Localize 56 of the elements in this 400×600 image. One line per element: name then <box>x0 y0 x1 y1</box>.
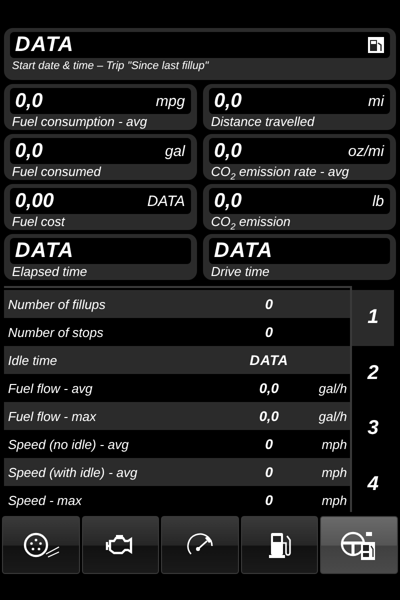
label-text: CO$_{2}$ emission rate - avg <box>210 164 350 184</box>
value-text: DATA <box>15 33 74 57</box>
table-cell-text: Speed - max <box>7 492 83 508</box>
label-text: Fuel cost <box>11 214 66 229</box>
tab-button[interactable] <box>320 516 398 574</box>
table-cell-text: Speed (no idle) - avg <box>7 436 130 452</box>
tab-button[interactable] <box>2 516 80 574</box>
table-cell-text: 0 <box>264 464 274 480</box>
page-tab[interactable]: 2 <box>352 346 394 401</box>
page-tab[interactable]: 1 <box>352 290 394 346</box>
value-text: 0,0 <box>214 90 242 112</box>
unit-text: lb <box>372 192 384 210</box>
tab-button[interactable] <box>240 516 318 574</box>
table-cell-text: Number of stops <box>7 324 104 340</box>
tab-button[interactable] <box>161 516 239 574</box>
label-text: Drive time <box>210 264 271 279</box>
table-cell-text: 0 <box>264 324 274 340</box>
table-cell-text: gal/h <box>318 380 348 396</box>
table-cell-text: Idle time <box>7 352 58 368</box>
value-text: 0,0 <box>15 140 43 162</box>
page-tab[interactable]: 3 <box>352 401 394 456</box>
unit-text: gal <box>164 142 185 160</box>
label-text: Elapsed time <box>11 264 88 279</box>
value-text: DATA <box>15 239 74 263</box>
table-cell-text: Number of fillups <box>7 296 107 312</box>
value-text: 0,0 <box>214 140 242 162</box>
table-cell-text: 0 <box>264 492 274 508</box>
table-cell-text: Speed (with idle) - avg <box>7 464 138 480</box>
table-cell-text: gal/h <box>318 408 348 424</box>
table-cell-text: mph <box>320 492 348 508</box>
fuel-pump-icon <box>268 531 291 559</box>
tab-button[interactable] <box>82 516 160 574</box>
page-tab[interactable]: 4 <box>352 456 394 512</box>
table-cell-text: 0,0 <box>258 380 280 396</box>
unit-text: DATA <box>147 192 185 210</box>
fuel-pump-icon <box>368 37 384 53</box>
caption-text: Start date & time – Trip "Since last fillup" <box>11 59 210 74</box>
label-text: Fuel consumed <box>11 164 102 179</box>
unit-text: mi <box>368 92 384 110</box>
label-text: CO$_{2}$ emission <box>210 214 292 234</box>
value-text: 0,0 <box>214 190 242 212</box>
table-cell-text: 0,0 <box>258 408 280 424</box>
label-text: Fuel consumption - avg <box>11 114 148 129</box>
value-text: DATA <box>214 239 274 263</box>
table-cell-text: DATA <box>248 352 290 368</box>
unit-text: mpg <box>156 92 185 110</box>
table-cell-text: Fuel flow - avg <box>7 380 94 396</box>
value-text: 0,00 <box>15 190 54 212</box>
table-cell-text: Fuel flow - max <box>7 408 98 424</box>
table-cell-text: 0 <box>264 296 274 312</box>
label-text: Distance travelled <box>210 114 316 129</box>
table-cell-text: mph <box>320 436 348 452</box>
value-text: 0,0 <box>15 90 43 112</box>
table-cell-text: mph <box>320 464 348 480</box>
unit-text: oz/mi <box>348 142 384 160</box>
table-cell-text: 0 <box>264 436 274 452</box>
